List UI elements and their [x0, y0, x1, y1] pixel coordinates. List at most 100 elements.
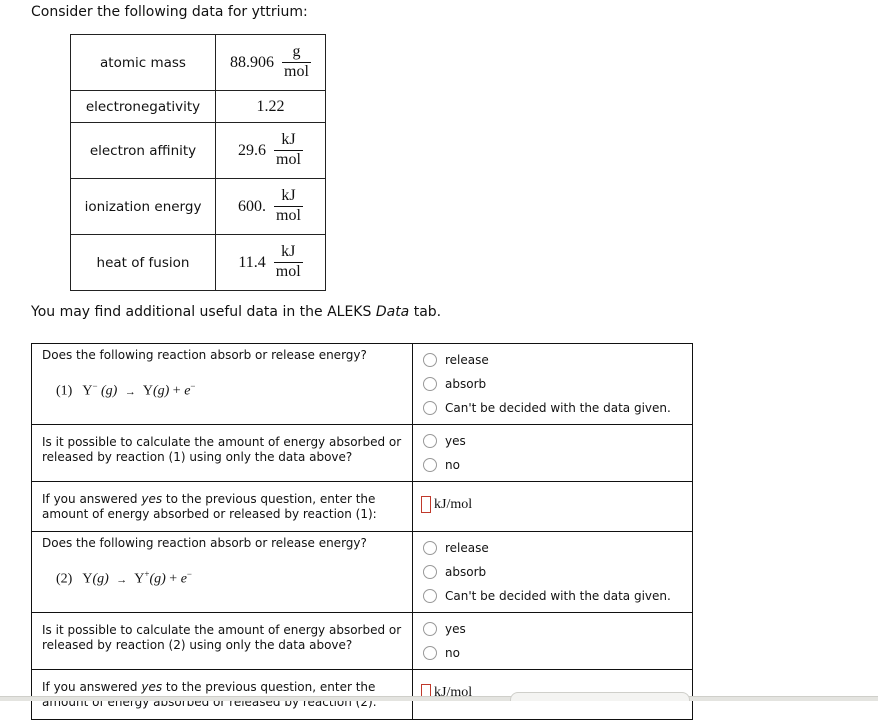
property-value: 1.22: [256, 97, 285, 115]
unit-denominator: mol: [273, 262, 303, 280]
option-cant-decide[interactable]: Can't be decided with the data given.: [423, 396, 682, 420]
reaction-equation-2: (2) Y(g) → Y+(g) + e−: [56, 567, 402, 588]
bottom-tab-handle[interactable]: [510, 692, 690, 701]
radio-button[interactable]: [423, 565, 437, 579]
charge: −: [186, 569, 192, 579]
question-part: If you answered: [42, 492, 142, 506]
property-row: ionization energy 600. kJ mol: [70, 178, 326, 235]
property-label: heat of fusion: [70, 234, 216, 291]
unit-fraction: kJ mol: [274, 131, 303, 169]
question-text: Does the following reaction absorb or re…: [42, 348, 367, 362]
question-table: Does the following reaction absorb or re…: [31, 343, 693, 720]
charge: −: [92, 381, 98, 391]
option-label: Can't be decided with the data given.: [445, 401, 671, 415]
question-row-direction-1: Does the following reaction absorb or re…: [31, 343, 693, 425]
question-part: If you answered: [42, 680, 142, 694]
option-label: yes: [445, 622, 466, 636]
note-text: tab.: [409, 304, 442, 320]
radio-button[interactable]: [423, 541, 437, 555]
question-row-possible-2: Is it possible to calculate the amount o…: [31, 612, 693, 670]
question-text: Is it possible to calculate the amount o…: [31, 424, 413, 482]
option-no[interactable]: no: [423, 453, 682, 477]
property-row: electron affinity 29.6 kJ mol: [70, 122, 326, 179]
property-value: 600.: [238, 197, 267, 215]
product: Y: [142, 383, 153, 399]
question-row-direction-2: Does the following reaction absorb or re…: [31, 531, 693, 613]
question-emphasis: yes: [141, 492, 163, 506]
reactant: Y: [82, 571, 93, 587]
option-label: no: [445, 646, 460, 660]
unit-fraction: kJ mol: [273, 243, 303, 281]
question-row-amount-1: If you answered yes to the previous ques…: [31, 481, 693, 532]
intro-text: Consider the following data for yttrium:: [31, 4, 308, 20]
option-label: no: [445, 458, 460, 472]
property-label: electron affinity: [70, 122, 216, 179]
option-absorb[interactable]: absorb: [423, 560, 682, 584]
radio-button[interactable]: [423, 377, 437, 391]
unit-fraction: kJ mol: [274, 187, 303, 225]
radio-button[interactable]: [423, 458, 437, 472]
option-label: Can't be decided with the data given.: [445, 589, 671, 603]
arrow-icon: →: [116, 573, 128, 586]
unit-fraction: g mol: [282, 43, 311, 81]
unit-numerator: g: [292, 43, 301, 61]
radio-button[interactable]: [423, 622, 437, 636]
note-text: You may find additional useful data in t…: [31, 304, 376, 320]
arrow-icon: →: [124, 385, 136, 398]
radio-button[interactable]: [423, 434, 437, 448]
bottom-toolbar: [0, 696, 878, 701]
reaction-number: (1): [56, 383, 73, 399]
property-value: 11.4: [238, 253, 266, 271]
option-label: release: [445, 353, 489, 367]
charge: −: [190, 381, 196, 391]
property-value: 88.906: [230, 53, 275, 71]
option-label: absorb: [445, 565, 487, 579]
property-label: atomic mass: [70, 34, 216, 91]
state: (g): [101, 383, 118, 399]
plus-sign: +: [169, 571, 178, 587]
question-text: Is it possible to calculate the amount o…: [31, 612, 413, 670]
state: (g): [92, 571, 109, 587]
property-label: electronegativity: [70, 90, 216, 123]
reaction-number: (2): [56, 571, 73, 587]
data-tab-note: You may find additional useful data in t…: [31, 304, 441, 320]
unit-numerator: kJ: [281, 131, 296, 149]
unit-label: kJ/mol: [434, 496, 473, 512]
property-label: ionization energy: [70, 178, 216, 235]
radio-button[interactable]: [423, 401, 437, 415]
radio-button[interactable]: [423, 589, 437, 603]
option-release[interactable]: release: [423, 536, 682, 560]
option-yes[interactable]: yes: [423, 429, 682, 453]
reaction-equation-1: (1) Y− (g) → Y(g) + e−: [56, 379, 402, 400]
option-label: absorb: [445, 377, 487, 391]
option-no[interactable]: no: [423, 641, 682, 665]
question-emphasis: yes: [141, 680, 163, 694]
option-label: yes: [445, 434, 466, 448]
radio-button[interactable]: [423, 353, 437, 367]
unit-denominator: mol: [274, 150, 303, 168]
energy-input-1[interactable]: [421, 496, 431, 513]
question-text: Does the following reaction absorb or re…: [42, 536, 367, 550]
radio-button[interactable]: [423, 646, 437, 660]
option-cant-decide[interactable]: Can't be decided with the data given.: [423, 584, 682, 608]
question-row-possible-1: Is it possible to calculate the amount o…: [31, 424, 693, 482]
unit-numerator: kJ: [281, 243, 296, 261]
option-yes[interactable]: yes: [423, 617, 682, 641]
option-absorb[interactable]: absorb: [423, 372, 682, 396]
plus-sign: +: [172, 383, 181, 399]
state: (g): [152, 383, 170, 399]
state: (g): [149, 571, 166, 587]
unit-numerator: kJ: [281, 187, 296, 205]
question-text: If you answered yes to the previous ques…: [31, 669, 413, 720]
property-row: heat of fusion 11.4 kJ mol: [70, 234, 326, 291]
property-row: atomic mass 88.906 g mol: [70, 34, 326, 91]
unit-denominator: mol: [282, 62, 311, 80]
question-text: If you answered yes to the previous ques…: [31, 481, 413, 532]
unit-denominator: mol: [274, 206, 303, 224]
option-label: release: [445, 541, 489, 555]
property-value: 29.6: [238, 141, 267, 159]
reactant: Y: [82, 383, 93, 399]
product: Y: [134, 571, 145, 587]
yttrium-data-table: atomic mass 88.906 g mol electronegativity…: [70, 34, 326, 291]
option-release[interactable]: release: [423, 348, 682, 372]
